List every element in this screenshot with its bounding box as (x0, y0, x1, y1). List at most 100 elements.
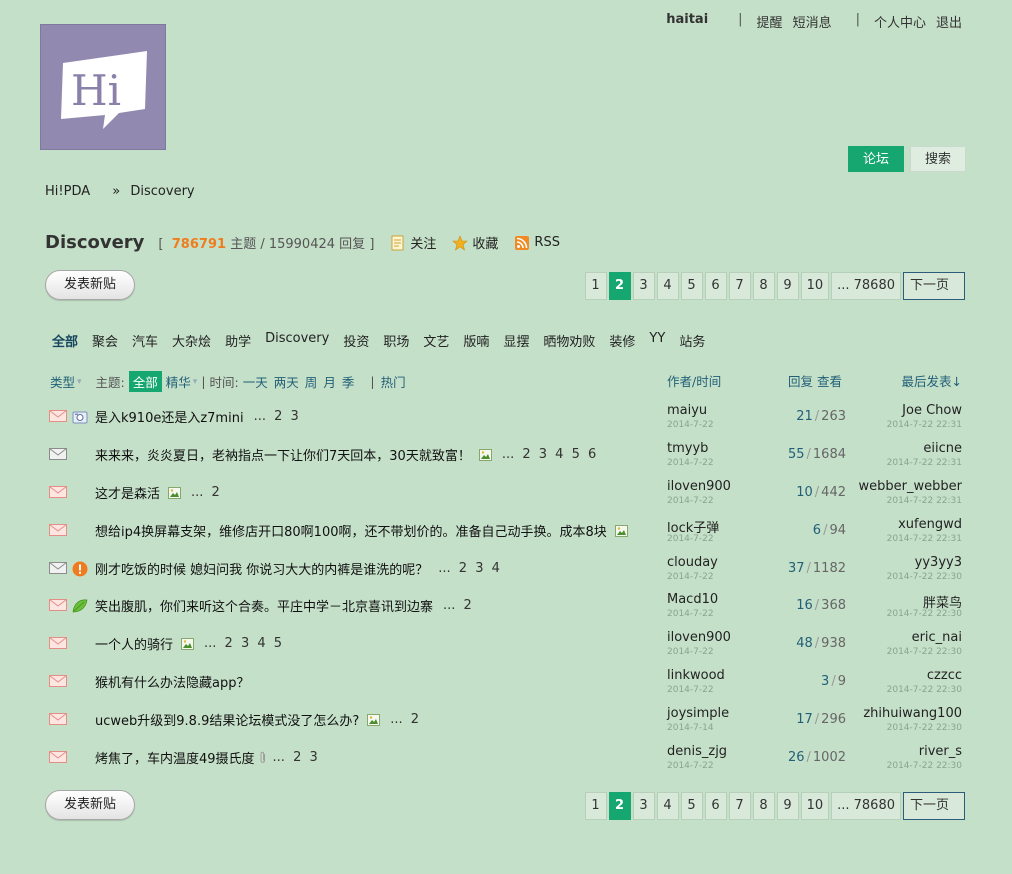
thread-pages[interactable]: ... 2 (191, 485, 220, 500)
breadcrumb-home[interactable]: Hi!PDA (45, 184, 90, 199)
page-link[interactable]: 6 (704, 792, 727, 820)
thread-title-text[interactable]: 一个人的骑行 (95, 634, 173, 653)
page-link[interactable]: 1 (584, 792, 607, 820)
thread-title[interactable]: 这才是森活 ... 2 (95, 483, 220, 502)
page-link[interactable]: 2 (608, 792, 631, 820)
page-link[interactable]: 3 (632, 792, 655, 820)
type-filter[interactable]: 类型 (50, 372, 75, 391)
last-poster[interactable]: Joe Chow (902, 403, 962, 418)
time-option[interactable]: 一天 (243, 375, 268, 390)
filter-digest[interactable]: 精华 (166, 372, 191, 391)
last-poster[interactable]: xufengwd (898, 517, 962, 532)
new-post-button[interactable]: 发表新贴 (45, 270, 135, 300)
page-link[interactable]: ... 78680 (831, 792, 901, 820)
category-link[interactable]: 职场 (383, 331, 409, 350)
thread-author[interactable]: maiyu (667, 403, 707, 418)
last-poster[interactable]: river_s (919, 744, 962, 759)
page-link[interactable]: 8 (752, 792, 775, 820)
page-link[interactable]: 7 (728, 272, 751, 300)
site-logo[interactable]: Hi (40, 24, 166, 150)
page-link[interactable]: 5 (680, 792, 703, 820)
filter-hot[interactable]: 热门 (381, 372, 406, 391)
category-link[interactable]: 站务 (679, 331, 705, 350)
thread-row[interactable]: ucweb升级到9.8.9结果论坛模式没了怎么办? ... 2 joysimple 2… (0, 706, 1012, 744)
page-link[interactable]: 4 (656, 792, 679, 820)
last-post-date[interactable]: 2014-7-22 22:31 (887, 534, 962, 544)
thread-row[interactable]: 想给ip4换屏幕支架，维修店开口80啊100啊，还不带划价的。准备自己动手换。成… (0, 517, 1012, 555)
time-option[interactable]: 周 (305, 375, 318, 390)
thread-pages[interactable]: ... 2 3 4 5 (204, 636, 282, 651)
category-link[interactable]: YY (649, 331, 665, 350)
page-link[interactable]: 5 (680, 272, 703, 300)
page-link[interactable]: 9 (776, 792, 799, 820)
thread-title-text[interactable]: 是入k910e还是入z7mini (95, 407, 244, 426)
category-link[interactable]: 晒物劝败 (543, 331, 595, 350)
category-link[interactable]: 汽车 (132, 331, 158, 350)
category-link[interactable]: Discovery (265, 331, 329, 350)
thread-author[interactable]: tmyyb (667, 441, 708, 456)
thread-title-text[interactable]: 来来来，炎炎夏日，老衲指点一下让你们7天回本，30天就致富！ (95, 445, 471, 464)
thread-pages[interactable]: ... 2 (390, 712, 419, 727)
thread-row[interactable]: 笑出腹肌，你们来听这个合奏。平庄中学－北京喜讯到边寨 ... 2 Macd10 201… (0, 592, 1012, 630)
thread-row[interactable]: 一个人的骑行 ... 2 3 4 5 iloven900 2014-7-22 48/93… (0, 630, 1012, 668)
last-post-date[interactable]: 2014-7-22 22:30 (887, 609, 962, 619)
thread-title-text[interactable]: 刚才吃饭的时候 媳妇问我 你说习大大的内裤是谁洗的呢？ (95, 559, 428, 578)
category-link[interactable]: 聚会 (92, 331, 118, 350)
thread-author[interactable]: iloven900 (667, 479, 731, 494)
category-link[interactable]: 全部 (52, 331, 78, 350)
remind-link[interactable]: 提醒 (757, 12, 783, 31)
thread-row[interactable]: 这才是森活 ... 2 iloven900 2014-7-22 10/442 webber… (0, 479, 1012, 517)
favorite-button[interactable]: 收藏 (452, 233, 498, 252)
thread-author[interactable]: clouday (667, 555, 718, 570)
last-post-date[interactable]: 2014-7-22 22:30 (887, 723, 962, 733)
thread-pages[interactable]: ... 2 3 (273, 750, 318, 765)
page-link[interactable]: 10 (800, 272, 830, 300)
last-post-date[interactable]: 2014-7-22 22:31 (887, 496, 962, 506)
column-author[interactable]: 作者/时间 (667, 371, 721, 390)
time-option[interactable]: 季 (342, 375, 355, 390)
column-replies-views[interactable]: 回复 查看 (788, 371, 842, 390)
thread-row[interactable]: 刚才吃饭的时候 媳妇问我 你说习大大的内裤是谁洗的呢？ ... 2 3 4 clou… (0, 555, 1012, 593)
thread-author[interactable]: Macd10 (667, 592, 718, 607)
new-post-button[interactable]: 发表新贴 (45, 790, 135, 820)
last-post-date[interactable]: 2014-7-22 22:30 (887, 647, 962, 657)
user-center-link[interactable]: 个人中心 (874, 12, 926, 31)
tab-search[interactable]: 搜索 (909, 146, 966, 172)
last-poster[interactable]: eiicne (923, 441, 962, 456)
category-link[interactable]: 大杂烩 (172, 331, 211, 350)
next-page-button[interactable]: 下一页 (903, 792, 965, 820)
page-link[interactable]: 3 (632, 272, 655, 300)
category-link[interactable]: 版喃 (463, 331, 489, 350)
thread-title[interactable]: 烤焦了，车内温度49摄氏度 ... 2 3 (95, 748, 318, 767)
last-poster[interactable]: czzcc (927, 668, 962, 683)
last-post-date[interactable]: 2014-7-22 22:30 (887, 685, 962, 695)
thread-title-text[interactable]: 烤焦了，车内温度49摄氏度 (95, 748, 255, 767)
thread-row[interactable]: 烤焦了，车内温度49摄氏度 ... 2 3 denis_zjg 2014-7-22 26… (0, 744, 1012, 782)
rss-button[interactable]: RSS (514, 235, 560, 251)
page-link[interactable]: 6 (704, 272, 727, 300)
last-poster[interactable]: yy3yy3 (915, 555, 962, 570)
thread-title[interactable]: 是入k910e还是入z7mini ... 2 3 (95, 407, 299, 426)
filter-all[interactable]: 全部 (128, 371, 162, 392)
thread-pages[interactable]: ... 2 (443, 598, 472, 613)
thread-row[interactable]: 是入k910e还是入z7mini ... 2 3 maiyu 2014-7-22 21/… (0, 403, 1012, 441)
time-option[interactable]: 两天 (274, 375, 299, 390)
thread-title[interactable]: 来来来，炎炎夏日，老衲指点一下让你们7天回本，30天就致富！ ... 2 3 4 … (95, 445, 596, 464)
page-link[interactable]: ... 78680 (831, 272, 901, 300)
thread-pages[interactable]: ... 2 3 (254, 409, 299, 424)
thread-author[interactable]: joysimple (667, 706, 729, 721)
thread-row[interactable]: 猴机有什么办法隐藏app？ linkwood 2014-7-22 3/9 czzcc 20… (0, 668, 1012, 706)
page-link[interactable]: 4 (656, 272, 679, 300)
category-link[interactable]: 装修 (609, 331, 635, 350)
last-post-date[interactable]: 2014-7-22 22:30 (887, 572, 962, 582)
username-link[interactable]: haitai (666, 12, 708, 31)
thread-author[interactable]: denis_zjg (667, 744, 727, 759)
pm-link[interactable]: 短消息 (793, 12, 832, 31)
thread-title[interactable]: ucweb升级到9.8.9结果论坛模式没了怎么办? ... 2 (95, 710, 419, 729)
page-link[interactable]: 2 (608, 272, 631, 300)
time-option[interactable]: 月 (323, 375, 336, 390)
category-link[interactable]: 文艺 (423, 331, 449, 350)
breadcrumb-current[interactable]: Discovery (130, 184, 194, 199)
thread-title-text[interactable]: 猴机有什么办法隐藏app？ (95, 672, 249, 691)
follow-button[interactable]: 关注 (390, 233, 436, 252)
